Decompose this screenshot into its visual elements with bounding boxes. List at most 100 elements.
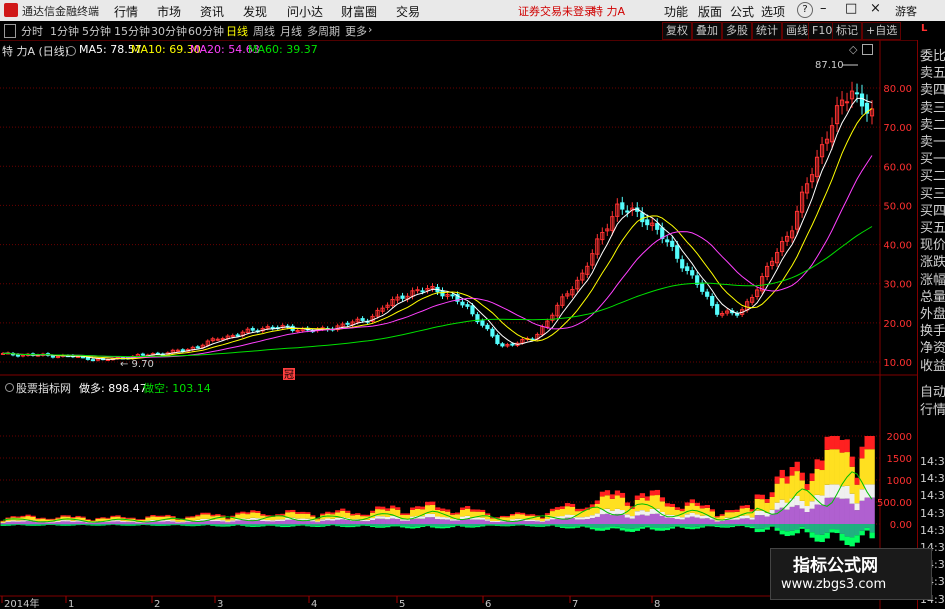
add-favorite-button[interactable]: +自选 [862, 22, 902, 40]
sub-bar-segment [829, 436, 835, 450]
sub-bar-segment [604, 495, 611, 509]
chart-canvas[interactable]: 80.0070.0060.0050.0040.0030.0020.0010.00… [0, 40, 917, 609]
period-monthly[interactable]: 月线 [280, 23, 302, 39]
menu-item-caifuquan[interactable]: 财富圈 [341, 3, 377, 20]
right-info-panel: L 委比 卖五 卖四 卖三 卖二 卖一 买一 买二 买三 买四 买五 现价 涨跌 涨幅 总量 外盘 换手 净资 收益… [917, 23, 945, 609]
menu-item-gongneng[interactable]: 功能 [664, 3, 688, 20]
right-panel-item-0[interactable]: 委比 [920, 48, 945, 65]
right-panel-item-20[interactable]: 行情 [920, 402, 945, 419]
right-panel-item-6[interactable]: 买一 [920, 151, 945, 168]
guest-label[interactable]: 游客 [895, 3, 917, 19]
menu-item-banmian[interactable]: 版面 [698, 3, 722, 20]
sub-neg-bar [799, 524, 805, 527]
sub-bar-segment [464, 508, 471, 516]
sub-bar-segment [300, 513, 306, 519]
menu-item-xuanxiang[interactable]: 选项 [761, 3, 785, 20]
tongji-button[interactable]: 统计 [752, 22, 782, 40]
right-panel-item-8[interactable]: 买三 [920, 186, 945, 203]
sub-bar-segment [724, 519, 730, 524]
menu-item-hangqing[interactable]: 行情 [114, 3, 138, 20]
sub-bar-segment [834, 497, 840, 524]
right-panel-item-15[interactable]: 外盘 [920, 306, 945, 323]
duogu-button[interactable]: 多股 [722, 22, 752, 40]
help-icon[interactable]: ? [797, 2, 813, 18]
right-panel-item-2[interactable]: 卖四 [920, 82, 945, 99]
right-panel-item-4[interactable]: 卖二 [920, 117, 945, 134]
sub-bar-segment [849, 466, 855, 494]
diejia-button[interactable]: 叠加 [692, 22, 722, 40]
sub-neg-bar [644, 524, 651, 527]
menu-item-wenxiaoda[interactable]: 问小达 [287, 3, 323, 20]
period-5min[interactable]: 5分钟 [82, 23, 111, 39]
period-60min[interactable]: 60分钟 [188, 23, 224, 39]
sub-bar-segment [400, 519, 406, 521]
sub-bar-segment [350, 515, 356, 520]
sub-neg-bar [809, 532, 815, 538]
right-panel-item-13[interactable]: 涨幅 [920, 272, 945, 289]
sub-neg-bar [180, 524, 186, 525]
close-icon[interactable]: × [870, 1, 881, 16]
right-panel-item-14[interactable]: 总量 [920, 289, 945, 306]
sub-neg-bar [390, 524, 396, 526]
biaoji-button[interactable]: 标记 [832, 22, 862, 40]
sub-bar-segment [484, 520, 491, 524]
sub-bar-segment [315, 521, 321, 523]
period-30min[interactable]: 30分钟 [151, 23, 187, 39]
minimize-icon[interactable]: – [820, 1, 827, 16]
sub-bar-segment [649, 508, 656, 514]
sub-bar-segment [0, 521, 6, 523]
period-fenshi[interactable]: 分时 [21, 23, 43, 39]
right-panel-item-3[interactable]: 卖三 [920, 100, 945, 117]
sub-neg-bar [235, 524, 241, 525]
period-1min[interactable]: 1分钟 [50, 23, 79, 39]
sub-settings-icon[interactable] [5, 383, 14, 392]
right-panel-item-9[interactable]: 买四 [920, 203, 945, 220]
panel-toggle-icon[interactable] [4, 24, 16, 38]
period-15min[interactable]: 15分钟 [114, 23, 150, 39]
period-weekly[interactable]: 周线 [253, 23, 275, 39]
sub-bar-segment [444, 519, 451, 524]
fuquan-button[interactable]: 复权 [662, 22, 692, 40]
right-panel-item-18[interactable]: 收益 [920, 358, 945, 375]
sub-bar-segment [599, 491, 606, 497]
right-panel-item-11[interactable]: 现价 [920, 237, 945, 254]
right-panel-item-16[interactable]: 换手 [920, 323, 945, 340]
diamond-icon[interactable]: ◇ [849, 43, 857, 56]
sub-neg-bar [320, 524, 326, 526]
menu-item-gongshi[interactable]: 公式 [730, 3, 754, 20]
sub-neg-bar [654, 524, 661, 529]
x-axis-label: 5 [399, 599, 405, 609]
sub-neg-bar [210, 524, 216, 526]
right-panel-item-1[interactable]: 卖五 [920, 65, 945, 82]
settings-gear-icon[interactable] [66, 46, 76, 56]
window-toggle-icon[interactable] [862, 44, 873, 55]
sub-bar-segment [854, 510, 860, 524]
period-more[interactable]: 更多 [345, 23, 367, 39]
sub-bar-segment [649, 513, 656, 524]
right-panel-item-17[interactable]: 净资 [920, 340, 945, 357]
menu-item-shichang[interactable]: 市场 [157, 3, 181, 20]
right-panel-item-19[interactable]: 自动 [920, 384, 945, 401]
sub-bar-segment [684, 514, 691, 518]
sub-bar-segment [355, 520, 361, 524]
sub-bar-segment [55, 517, 61, 519]
right-panel-item-7[interactable]: 买二 [920, 168, 945, 185]
menu-item-faxian[interactable]: 发现 [243, 3, 267, 20]
menu-item-zixun[interactable]: 资讯 [200, 3, 224, 20]
period-multi[interactable]: 多周期 [307, 23, 340, 39]
high-price-label: 87.10 [815, 60, 844, 71]
sub-neg-bar [599, 528, 606, 531]
sub-bar-segment [295, 512, 301, 514]
more-chevron-icon[interactable]: › [368, 23, 372, 36]
login-warning[interactable]: 证券交易未登录 [518, 3, 595, 19]
right-panel-item-5[interactable]: 卖一 [920, 134, 945, 151]
period-daily[interactable]: 日线 [226, 23, 248, 39]
sub-neg-bar [864, 524, 870, 528]
sub-neg-bar [355, 524, 361, 526]
menu-item-jiaoyi[interactable]: 交易 [396, 3, 420, 20]
sub-bar-segment [649, 490, 656, 496]
sub-bar-segment [779, 478, 785, 500]
right-panel-item-10[interactable]: 买五 [920, 220, 945, 237]
right-panel-item-12[interactable]: 涨跌 [920, 254, 945, 271]
maximize-icon[interactable]: □ [845, 1, 857, 16]
